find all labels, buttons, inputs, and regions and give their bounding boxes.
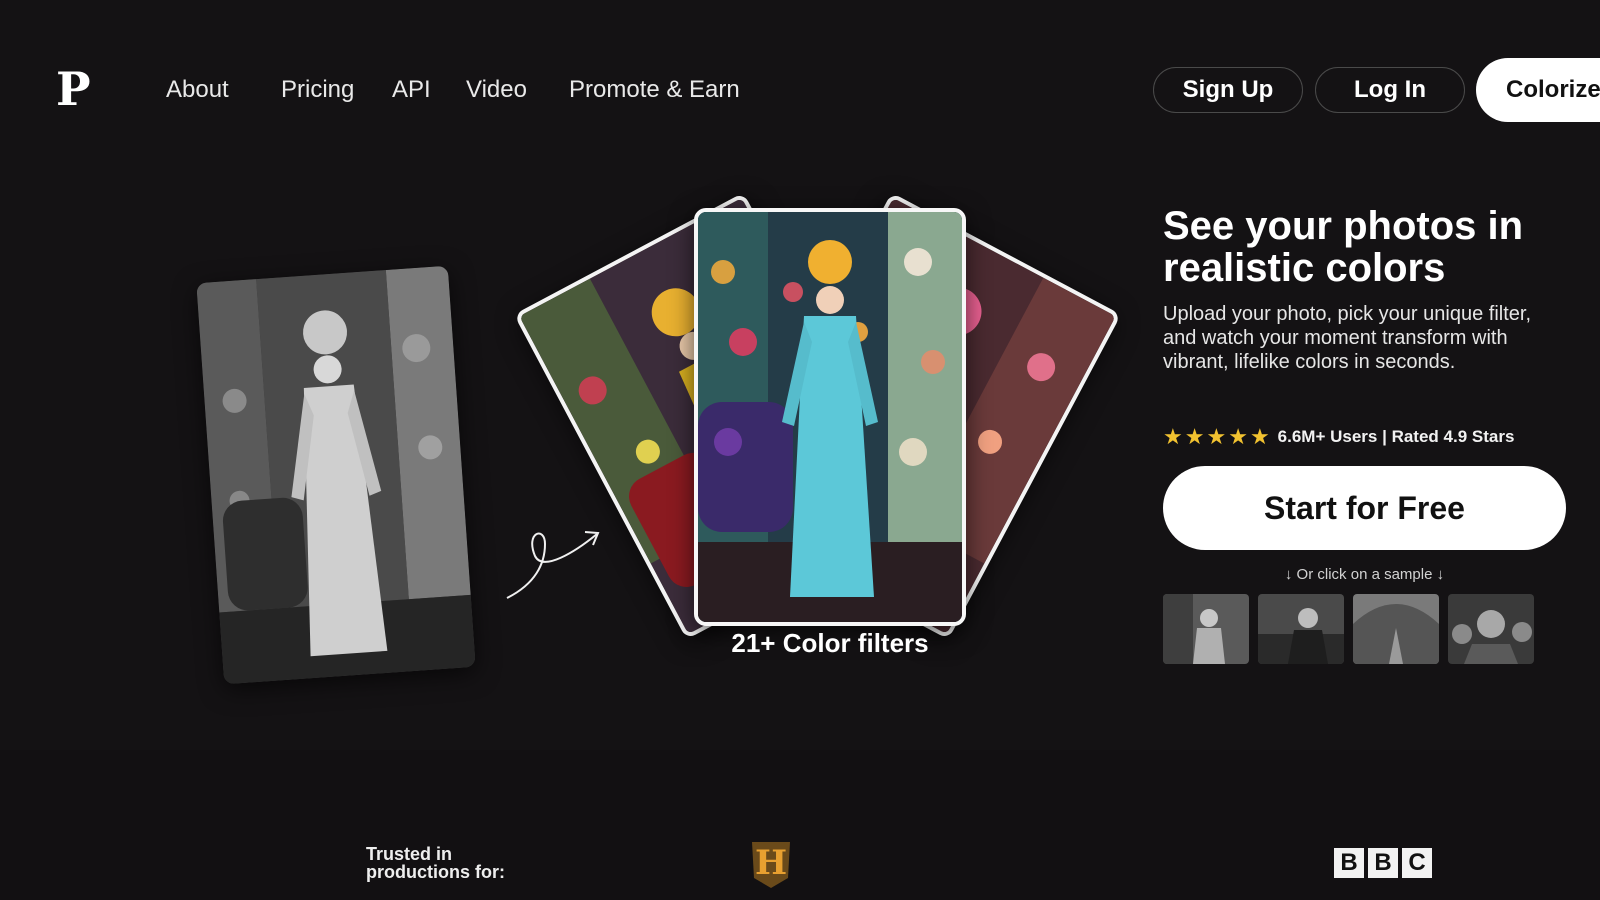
sample-photo-2[interactable] (1258, 594, 1344, 664)
colorized-main-photo (694, 208, 966, 626)
star-icon: ★ (1206, 424, 1227, 449)
rating-text: 6.6M+ Users | Rated 4.9 Stars (1277, 427, 1515, 446)
bbc-logo-letter: B (1368, 848, 1398, 878)
colorize-button[interactable]: Colorize (1476, 58, 1600, 122)
site-logo[interactable]: P (56, 66, 91, 112)
history-channel-logo-icon: H (752, 842, 790, 888)
sample-hint: ↓ Or click on a sample ↓ (1284, 566, 1445, 583)
star-icon: ★ (1228, 424, 1248, 449)
bbc-logo-letter: C (1402, 848, 1432, 878)
hero-title: See your photos in realistic colors (1163, 204, 1524, 290)
top-navigation: P About Pricing API Video Promote & Earn… (0, 0, 1600, 185)
sample-photo-4[interactable] (1448, 594, 1534, 664)
svg-text:H: H (755, 843, 787, 883)
bbc-logo-letter: B (1334, 848, 1364, 878)
sample-photo-3[interactable] (1353, 594, 1439, 664)
nav-link-promote-earn[interactable]: Promote & Earn (569, 76, 740, 104)
hero-description: Upload your photo, pick your unique filt… (1163, 303, 1531, 373)
star-icon: ★ (1249, 424, 1270, 449)
color-filters-caption: 21+ Color filters (731, 628, 929, 658)
nav-link-pricing[interactable]: Pricing (281, 76, 354, 104)
sample-photo-1[interactable] (1163, 594, 1249, 664)
log-in-button[interactable]: Log In (1315, 67, 1465, 113)
star-icon: ★ (1184, 424, 1205, 449)
nav-link-about[interactable]: About (166, 76, 229, 104)
trusted-label: Trusted in productions for: (366, 844, 505, 882)
sample-photos (1163, 594, 1534, 664)
curly-arrow-icon (506, 531, 600, 599)
star-icon: ★ (1163, 424, 1183, 449)
start-for-free-button[interactable]: Start for Free (1163, 466, 1566, 550)
nav-link-api[interactable]: API (392, 76, 431, 104)
sign-up-button[interactable]: Sign Up (1153, 67, 1303, 113)
bbc-logo: B B C (1334, 848, 1432, 878)
black-and-white-original-photo (196, 265, 476, 685)
nav-link-video[interactable]: Video (466, 76, 527, 104)
rating-row: ★ ★ ★ ★ ★ 6.6M+ Users | Rated 4.9 Stars (1163, 424, 1514, 450)
